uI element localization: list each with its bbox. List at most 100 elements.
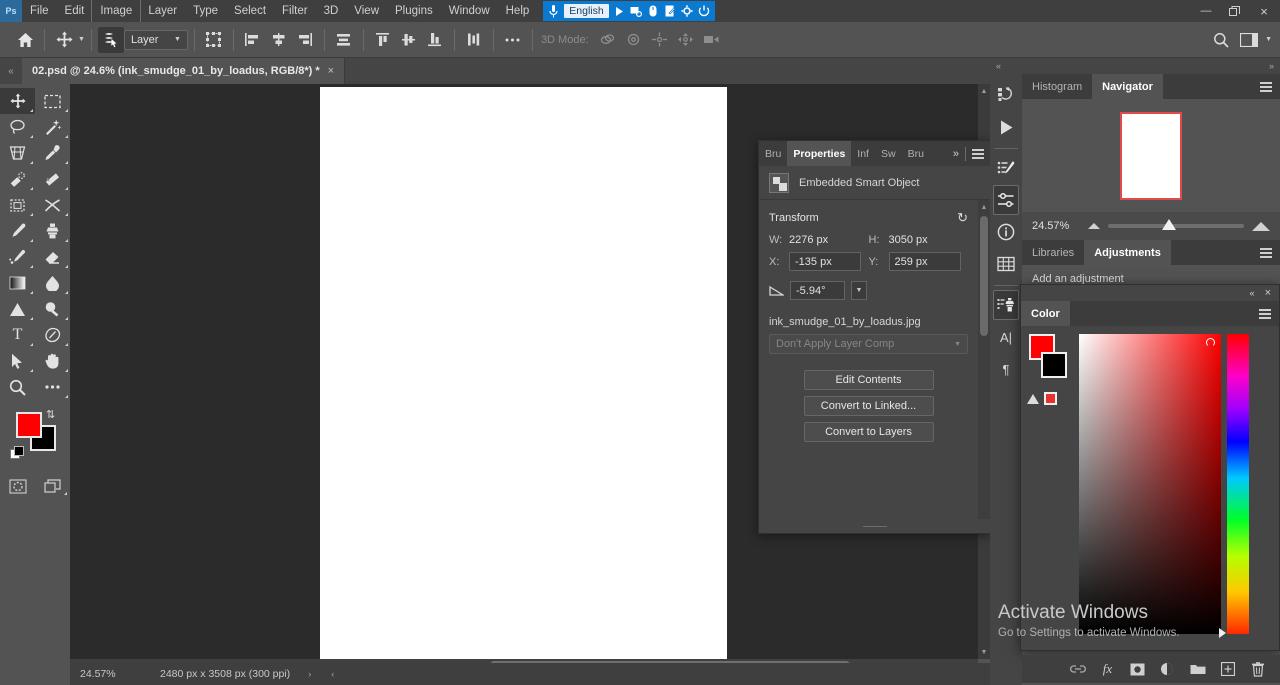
slide-3d-icon[interactable]	[673, 27, 699, 53]
scroll-up-icon[interactable]: ▲	[978, 200, 990, 214]
minimize-button[interactable]: —	[1192, 0, 1220, 22]
properties-scrollbar[interactable]: ▲ ▼	[978, 200, 990, 533]
rectangular-marquee-tool[interactable]	[35, 88, 70, 114]
camera-3d-icon[interactable]	[699, 27, 725, 53]
align-right-icon[interactable]	[292, 27, 318, 53]
align-bottom-icon[interactable]	[422, 27, 448, 53]
new-layer-icon[interactable]	[1219, 661, 1236, 678]
hand-tool[interactable]	[35, 348, 70, 374]
path-selection-tool[interactable]	[0, 348, 35, 374]
gradient-tool[interactable]	[0, 270, 35, 296]
color-field[interactable]	[1079, 334, 1221, 634]
note-icon[interactable]	[662, 2, 679, 20]
scroll-up-icon[interactable]: ▲	[978, 84, 990, 98]
menu-type[interactable]: Type	[185, 0, 226, 22]
default-colors-icon[interactable]	[10, 446, 24, 459]
transform-controls-icon[interactable]	[201, 27, 227, 53]
panel-menu-icon[interactable]	[1252, 74, 1280, 99]
new-group-icon[interactable]	[1189, 661, 1206, 678]
microphone-icon[interactable]	[545, 2, 562, 20]
scrollbar-thumb[interactable]	[980, 216, 988, 336]
crop-tool[interactable]	[0, 140, 35, 166]
navigator-preview[interactable]	[1022, 99, 1280, 212]
convert-to-layers-button[interactable]: Convert to Layers	[803, 422, 934, 442]
close-button[interactable]: ×	[1248, 0, 1280, 22]
status-zoom-value[interactable]: 24.57%	[70, 668, 132, 680]
zoom-tool[interactable]	[0, 374, 35, 400]
color-field-marker[interactable]	[1206, 338, 1215, 347]
color-background-swatch[interactable]	[1041, 352, 1067, 378]
foreground-color-swatch[interactable]	[16, 412, 42, 438]
collapse-panel-icon[interactable]: «	[1250, 288, 1255, 298]
history-brush-tool[interactable]	[0, 244, 35, 270]
width-value[interactable]: 2276 px	[789, 234, 828, 246]
delete-layer-icon[interactable]	[1249, 661, 1266, 678]
status-expand-icon[interactable]: ›	[308, 669, 311, 679]
align-top-icon[interactable]	[370, 27, 396, 53]
fx-icon[interactable]: fx	[1099, 661, 1116, 678]
search-icon[interactable]	[1208, 27, 1234, 53]
brush-settings-icon[interactable]	[993, 153, 1019, 183]
spot-healing-brush-tool[interactable]	[0, 166, 35, 192]
adjustment-layer-icon[interactable]	[1159, 661, 1176, 678]
panel-menu-icon[interactable]	[1251, 301, 1279, 326]
clone-source-icon[interactable]	[993, 290, 1019, 320]
edit-toolbar-button[interactable]	[35, 374, 70, 400]
tab-properties[interactable]: Properties	[787, 141, 852, 166]
gear-icon[interactable]	[679, 2, 696, 20]
color-panel-title-bar[interactable]: « ×	[1021, 285, 1279, 301]
paragraph-icon[interactable]: ¶	[993, 354, 1019, 384]
eyedropper-tool[interactable]	[35, 140, 70, 166]
roll-3d-icon[interactable]	[621, 27, 647, 53]
menu-filter[interactable]: Filter	[274, 0, 316, 22]
workspace-icon[interactable]	[1236, 27, 1262, 53]
tab-brushes-left[interactable]: Bru	[759, 141, 787, 166]
expand-dock-icon[interactable]: »	[1269, 61, 1274, 71]
restore-button[interactable]	[1220, 0, 1248, 22]
screen-icon[interactable]	[628, 2, 645, 20]
auto-select-scope-dropdown[interactable]: Layer ▼	[123, 29, 188, 50]
tab-navigator[interactable]: Navigator	[1092, 74, 1163, 99]
pen-tool[interactable]	[35, 322, 70, 348]
panel-menu-icon[interactable]	[972, 148, 984, 159]
document-tab[interactable]: 02.psd @ 24.6% (ink_smudge_01_by_loadus,…	[22, 58, 346, 84]
play-icon[interactable]	[611, 2, 628, 20]
properties-panel-resize-grip[interactable]	[759, 519, 990, 533]
brush-tool[interactable]	[0, 218, 35, 244]
tab-libraries[interactable]: Libraries	[1022, 240, 1084, 265]
character-icon[interactable]: A|	[993, 322, 1019, 352]
clone-stamp-tool[interactable]	[35, 218, 70, 244]
close-tab-icon[interactable]: ×	[328, 65, 334, 77]
auto-select-icon[interactable]	[97, 26, 124, 53]
dodge-tool[interactable]	[0, 296, 35, 322]
lasso-tool[interactable]	[0, 114, 35, 140]
chevron-down-icon[interactable]: ▼	[78, 36, 85, 43]
menu-file[interactable]: File	[22, 0, 57, 22]
history-icon[interactable]	[993, 80, 1019, 110]
slider-knob[interactable]	[1162, 219, 1177, 230]
menu-window[interactable]: Window	[441, 0, 498, 22]
x-input[interactable]: -135 px	[789, 252, 861, 271]
tab-info[interactable]: Inf	[851, 141, 875, 166]
angle-input[interactable]: -5.94°	[790, 281, 845, 300]
layer-comp-dropdown[interactable]: Don't Apply Layer Comp ▼	[769, 334, 968, 354]
menu-help[interactable]: Help	[498, 0, 538, 22]
zoom-in-icon[interactable]	[1252, 221, 1270, 231]
eraser-tool[interactable]	[35, 244, 70, 270]
collapse-panels-left-icon[interactable]: «	[0, 58, 22, 84]
actions-play-icon[interactable]	[993, 112, 1019, 142]
hue-slider[interactable]	[1219, 334, 1249, 638]
quick-mask-icon[interactable]	[0, 474, 35, 498]
menu-3d[interactable]: 3D	[316, 0, 347, 22]
swatches-grid-icon[interactable]	[993, 249, 1019, 279]
tab-color[interactable]: Color	[1021, 301, 1070, 326]
menu-layer[interactable]: Layer	[140, 0, 185, 22]
mouse-icon[interactable]	[645, 2, 662, 20]
tab-swatches[interactable]: Sw	[875, 141, 902, 166]
menu-view[interactable]: View	[346, 0, 387, 22]
burn-tool[interactable]	[35, 296, 70, 322]
reset-icon[interactable]: ↻	[957, 210, 968, 226]
distribute-vertical-icon[interactable]	[461, 27, 487, 53]
status-collapse-icon[interactable]: ‹	[331, 669, 334, 679]
ellipsis-icon[interactable]	[500, 27, 526, 53]
